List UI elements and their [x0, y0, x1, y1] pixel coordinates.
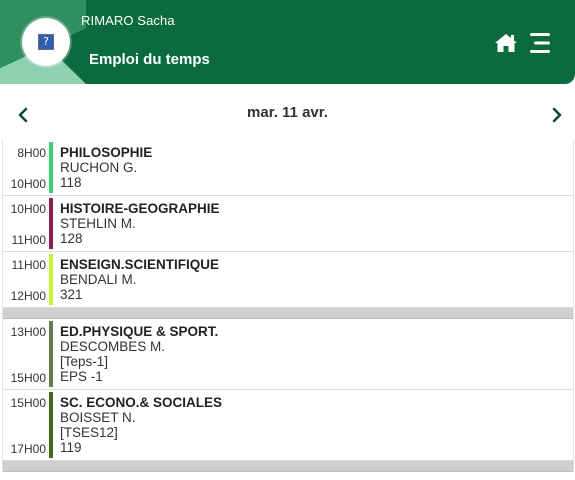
teacher-name: BENDALI M.	[60, 272, 137, 287]
home-icon	[495, 34, 517, 52]
slot-start-time: 15H00	[10, 396, 46, 410]
slot-times: 13H00 15H00	[3, 319, 48, 389]
subject-color-bar	[49, 321, 53, 387]
slot-end-time: 17H00	[10, 442, 46, 456]
slot-details: ED.PHYSIQUE & SPORT. DESCOMBES M. [Teps-…	[60, 324, 567, 384]
user-name: RIMARO Sacha	[81, 13, 175, 28]
subject-name: PHILOSOPHIE	[60, 145, 153, 160]
room: 118	[60, 175, 82, 190]
room: 321	[60, 287, 83, 302]
teacher-name: DESCOMBES M.	[60, 339, 166, 354]
slot-times: 11H00 12H00	[3, 252, 48, 307]
next-day-button[interactable]	[549, 106, 565, 124]
slot-details: SC. ECONO.& SOCIALES BOISSET N. [TSES12]…	[60, 395, 567, 455]
subject-name: ED.PHYSIQUE & SPORT.	[60, 324, 219, 339]
slot-end-time: 10H00	[10, 177, 46, 191]
broken-image-icon: ?	[38, 34, 54, 50]
subject-color-bar	[49, 198, 53, 249]
chevron-right-icon	[552, 107, 562, 123]
timetable-slot[interactable]: 15H00 17H00 SC. ECONO.& SOCIALES BOISSET…	[3, 390, 573, 461]
teacher-name: BOISSET N.	[60, 410, 136, 425]
group-name: [TSES12]	[60, 425, 118, 440]
current-date[interactable]: mar. 11 avr.	[0, 104, 575, 121]
date-navigation: mar. 11 avr.	[0, 84, 575, 140]
slot-details: HISTOIRE-GEOGRAPHIE STEHLIN M. 128	[60, 201, 567, 246]
app-header: ? RIMARO Sacha Emploi du temps	[0, 0, 575, 84]
teacher-name: RUCHON G.	[60, 160, 138, 175]
timetable-slot[interactable]: 13H00 15H00 ED.PHYSIQUE & SPORT. DESCOMB…	[3, 319, 573, 390]
subject-name: ENSEIGN.SCIENTIFIQUE	[60, 257, 220, 272]
group-name: [Teps-1]	[60, 354, 109, 369]
slot-start-time: 11H00	[11, 258, 46, 272]
page-title: Emploi du temps	[89, 51, 210, 68]
slot-start-time: 8H00	[17, 146, 46, 160]
slot-start-time: 13H00	[10, 325, 46, 339]
slot-times: 10H00 11H00	[3, 196, 48, 251]
timetable-slot[interactable]: 8H00 10H00 PHILOSOPHIE RUCHON G. 118	[3, 140, 573, 196]
room: EPS -1	[60, 369, 103, 384]
menu-icon	[530, 33, 550, 53]
slot-end-time: 15H00	[10, 371, 46, 385]
subject-color-bar	[49, 142, 53, 193]
timetable-slot[interactable]: 10H00 11H00 HISTOIRE-GEOGRAPHIE STEHLIN …	[3, 196, 573, 252]
slot-end-time: 12H00	[10, 289, 46, 303]
subject-name: SC. ECONO.& SOCIALES	[60, 395, 223, 410]
room: 128	[60, 231, 83, 246]
teacher-name: STEHLIN M.	[60, 216, 136, 231]
timetable-slot[interactable]: 11H00 12H00 ENSEIGN.SCIENTIFIQUE BENDALI…	[3, 252, 573, 308]
avatar[interactable]: ?	[22, 18, 70, 66]
home-button[interactable]	[494, 32, 518, 54]
slot-details: PHILOSOPHIE RUCHON G. 118	[60, 145, 567, 190]
slot-times: 8H00 10H00	[3, 140, 48, 195]
lunch-break-divider	[3, 308, 573, 319]
room: 119	[60, 440, 82, 455]
slot-details: ENSEIGN.SCIENTIFIQUE BENDALI M. 321	[60, 257, 567, 302]
subject-name: HISTOIRE-GEOGRAPHIE	[60, 201, 220, 216]
slot-end-time: 11H00	[11, 233, 46, 247]
timetable: 8H00 10H00 PHILOSOPHIE RUCHON G. 118 10H…	[2, 140, 574, 472]
slot-start-time: 10H00	[10, 202, 46, 216]
slot-times: 15H00 17H00	[3, 390, 48, 460]
subject-color-bar	[49, 254, 53, 305]
subject-color-bar	[49, 392, 53, 458]
end-of-day-divider	[3, 461, 573, 472]
menu-button[interactable]	[528, 30, 554, 56]
